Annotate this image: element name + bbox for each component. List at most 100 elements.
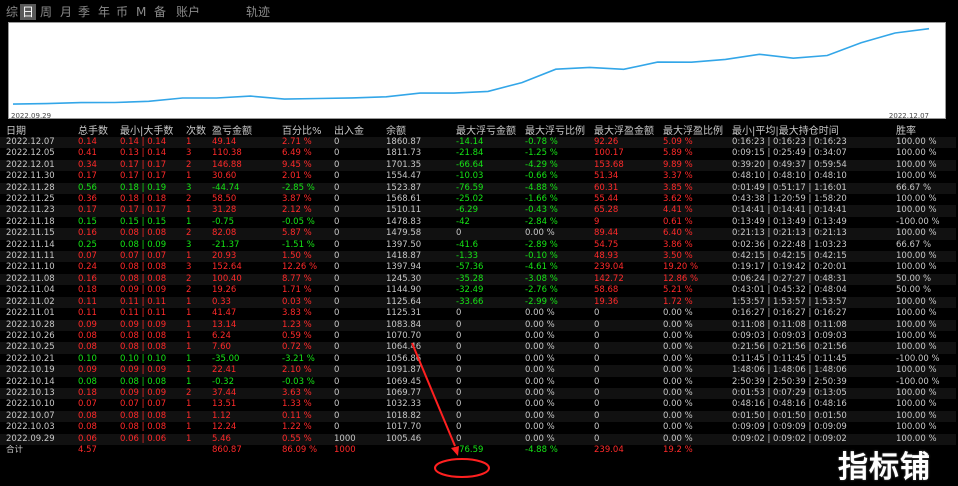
table-cell: 51.34: [588, 171, 657, 183]
table-cell: 1418.87: [380, 251, 450, 263]
table-cell: 13.51: [206, 399, 276, 411]
equity-line: [12, 27, 930, 105]
table-cell: 1091.87: [380, 365, 450, 377]
table-row[interactable]: 2022.10.13 0.18 0.09 | 0.09 2 37.44 3.63 % 0 10…: [0, 387, 956, 400]
column-header-0[interactable]: 日期: [0, 122, 72, 137]
table-row[interactable]: 2022.11.15 0.16 0.08 | 0.08 2 82.08 5.87 % 0 14…: [0, 228, 956, 240]
tab-8[interactable]: 备: [154, 4, 166, 20]
column-header-11[interactable]: 最大浮盈比例: [657, 122, 726, 137]
table-cell: 60.31: [588, 182, 657, 195]
column-header-10[interactable]: 最大浮盈金额: [588, 122, 657, 137]
table-cell: 1.12: [206, 410, 276, 423]
table-row[interactable]: 2022.12.05 0.41 0.13 | 0.14 3 110.38 6.49 % 0 1…: [0, 148, 956, 160]
table-cell: 5.21 %: [657, 285, 726, 297]
table-cell: 100.00 %: [890, 148, 956, 160]
tab-4[interactable]: 季: [78, 4, 90, 20]
table-cell: 0.24: [72, 262, 114, 274]
table-cell: 0.07 | 0.07: [114, 251, 180, 263]
tab-6[interactable]: 币: [116, 4, 128, 20]
table-cell: 1.33 %: [276, 399, 328, 411]
table-row[interactable]: 2022.11.30 0.17 0.17 | 0.17 1 30.60 2.01 % 0 15…: [0, 171, 956, 183]
table-cell: 3: [180, 262, 206, 274]
column-header-5[interactable]: 百分比%: [276, 122, 328, 137]
table-row[interactable]: 2022.10.19 0.09 0.09 | 0.09 1 22.41 2.10 % 0 10…: [0, 365, 956, 377]
table-row[interactable]: 2022.10.03 0.08 0.08 | 0.08 1 12.24 1.22 % 0 10…: [0, 422, 956, 434]
table-row[interactable]: 2022.11.28 0.56 0.18 | 0.19 3 -44.74 -2.85 % 0…: [0, 182, 956, 195]
table-row[interactable]: 2022.11.01 0.11 0.11 | 0.11 1 41.47 3.83 % 0 11…: [0, 308, 956, 320]
table-cell: 2022.11.25: [0, 194, 72, 206]
table-row[interactable]: 2022.10.25 0.08 0.08 | 0.08 1 7.60 0.72 % 0 106…: [0, 342, 956, 354]
table-cell: 100.00 %: [890, 171, 956, 183]
table-row[interactable]: 2022.10.21 0.10 0.10 | 0.10 1 -35.00 -3.21 % 0…: [0, 353, 956, 366]
table-row[interactable]: 2022.11.18 0.15 0.15 | 0.15 1 -0.75 -0.05 % 0 1…: [0, 216, 956, 229]
table-row[interactable]: 2022.11.14 0.25 0.08 | 0.09 3 -21.37 -1.51 % 0…: [0, 239, 956, 252]
table-row[interactable]: 2022.11.10 0.24 0.08 | 0.08 3 152.64 12.26 % 0…: [0, 262, 956, 274]
table-cell: 0: [328, 353, 380, 366]
table-cell: 0.00 %: [519, 353, 588, 366]
column-header-12[interactable]: 最小|平均|最大持仓时间: [726, 122, 890, 137]
total-cell: 19.2 %: [657, 444, 726, 457]
table-row[interactable]: 2022.10.07 0.08 0.08 | 0.08 1 1.12 0.11 % 0 101…: [0, 410, 956, 423]
table-cell: 0.08: [72, 342, 114, 354]
table-row[interactable]: 2022.11.04 0.18 0.09 | 0.09 2 19.26 1.71 % 0 11…: [0, 285, 956, 297]
table-cell: 0.08 | 0.08: [114, 262, 180, 274]
table-row[interactable]: 2022.10.14 0.08 0.08 | 0.08 1 -0.32 -0.03 % 0 1…: [0, 376, 956, 388]
column-header-7[interactable]: 余额: [380, 122, 450, 137]
table-row[interactable]: 2022.10.28 0.09 0.09 | 0.09 1 13.14 1.23 % 0 10…: [0, 319, 956, 331]
tab-7[interactable]: M: [136, 4, 146, 20]
table-row[interactable]: 2022.11.25 0.36 0.18 | 0.18 2 58.50 3.87 % 0 15…: [0, 194, 956, 206]
tab-10[interactable]: 轨迹: [246, 4, 270, 20]
table-cell: 0.00 %: [519, 399, 588, 411]
tab-2[interactable]: 周: [40, 4, 52, 20]
table-cell: 0: [328, 148, 380, 160]
table-row[interactable]: 2022.11.02 0.11 0.11 | 0.11 1 0.33 0.03 % 0 112…: [0, 296, 956, 309]
column-header-4[interactable]: 盈亏金额: [206, 122, 276, 137]
column-header-6[interactable]: 出入金: [328, 122, 380, 137]
column-header-2[interactable]: 最小|大手数: [114, 122, 180, 137]
table-cell: 0.00 %: [657, 387, 726, 400]
table-row[interactable]: 2022.10.26 0.08 0.08 | 0.08 1 6.24 0.59 % 0 107…: [0, 330, 956, 343]
table-cell: 0:43:38 | 1:20:59 | 1:58:20: [726, 194, 890, 206]
table-cell: -6.29: [450, 205, 519, 217]
table-row[interactable]: 2022.11.23 0.17 0.17 | 0.17 1 31.28 2.12 % 0 15…: [0, 205, 956, 217]
column-header-1[interactable]: 总手数: [72, 122, 114, 137]
column-header-8[interactable]: 最大浮亏金额: [450, 122, 519, 137]
table-cell: 0.18 | 0.18: [114, 194, 180, 206]
tab-0[interactable]: 综: [6, 4, 18, 20]
table-row[interactable]: 2022.10.10 0.07 0.07 | 0.07 1 13.51 1.33 % 0 10…: [0, 399, 956, 411]
table-cell: 100.17: [588, 148, 657, 160]
table-row[interactable]: 2022.11.08 0.16 0.08 | 0.08 2 100.40 8.77 % 0 1…: [0, 273, 956, 286]
table-cell: 0.56: [72, 182, 114, 195]
table-cell: 2022.10.26: [0, 330, 72, 343]
table-cell: 0.11 %: [276, 410, 328, 423]
table-cell: -33.66: [450, 296, 519, 309]
table-cell: 37.44: [206, 387, 276, 400]
table-cell: 1:48:06 | 1:48:06 | 1:48:06: [726, 365, 890, 377]
table-row[interactable]: 2022.11.11 0.07 0.07 | 0.07 1 20.93 1.50 % 0 14…: [0, 251, 956, 263]
tab-3[interactable]: 月: [60, 4, 72, 20]
table-cell: 1: [180, 308, 206, 320]
column-header-13[interactable]: 胜率: [890, 122, 956, 137]
table-cell: -0.78 %: [519, 137, 588, 149]
tab-9[interactable]: 账户: [176, 4, 200, 20]
table-row[interactable]: 2022.12.07 0.14 0.14 | 0.14 1 49.14 2.71 % 0 18…: [0, 137, 956, 149]
table-row[interactable]: 2022.12.01 0.34 0.17 | 0.17 2 146.88 9.45 % 0 1…: [0, 159, 956, 172]
table-cell: 2022.11.11: [0, 251, 72, 263]
table-cell: 19.36: [588, 296, 657, 309]
table-cell: 0: [588, 387, 657, 400]
table-cell: 1056.86: [380, 353, 450, 366]
table-cell: 0: [450, 228, 519, 240]
table-cell: 0.09 | 0.09: [114, 319, 180, 331]
table-cell: 0.17: [72, 205, 114, 217]
table-cell: 0.61 %: [657, 216, 726, 229]
table-cell: 0.41: [72, 148, 114, 160]
table-cell: 2: [180, 285, 206, 297]
table-row[interactable]: 2022.09.29 0.06 0.06 | 0.06 1 5.46 0.55 % 1000…: [0, 433, 956, 445]
table-cell: 0.16: [72, 273, 114, 286]
column-header-3[interactable]: 次数: [180, 122, 206, 137]
column-header-9[interactable]: 最大浮亏比例: [519, 122, 588, 137]
tab-5[interactable]: 年: [98, 4, 110, 20]
tab-1[interactable]: 日: [20, 4, 37, 20]
table-cell: 1: [180, 205, 206, 217]
daily-stats-table: 日期 总手数 最小|大手数 次数 盈亏金额 百分比% 出入金 余额 最大浮亏金额 最大浮亏比例 最大…: [0, 122, 956, 457]
